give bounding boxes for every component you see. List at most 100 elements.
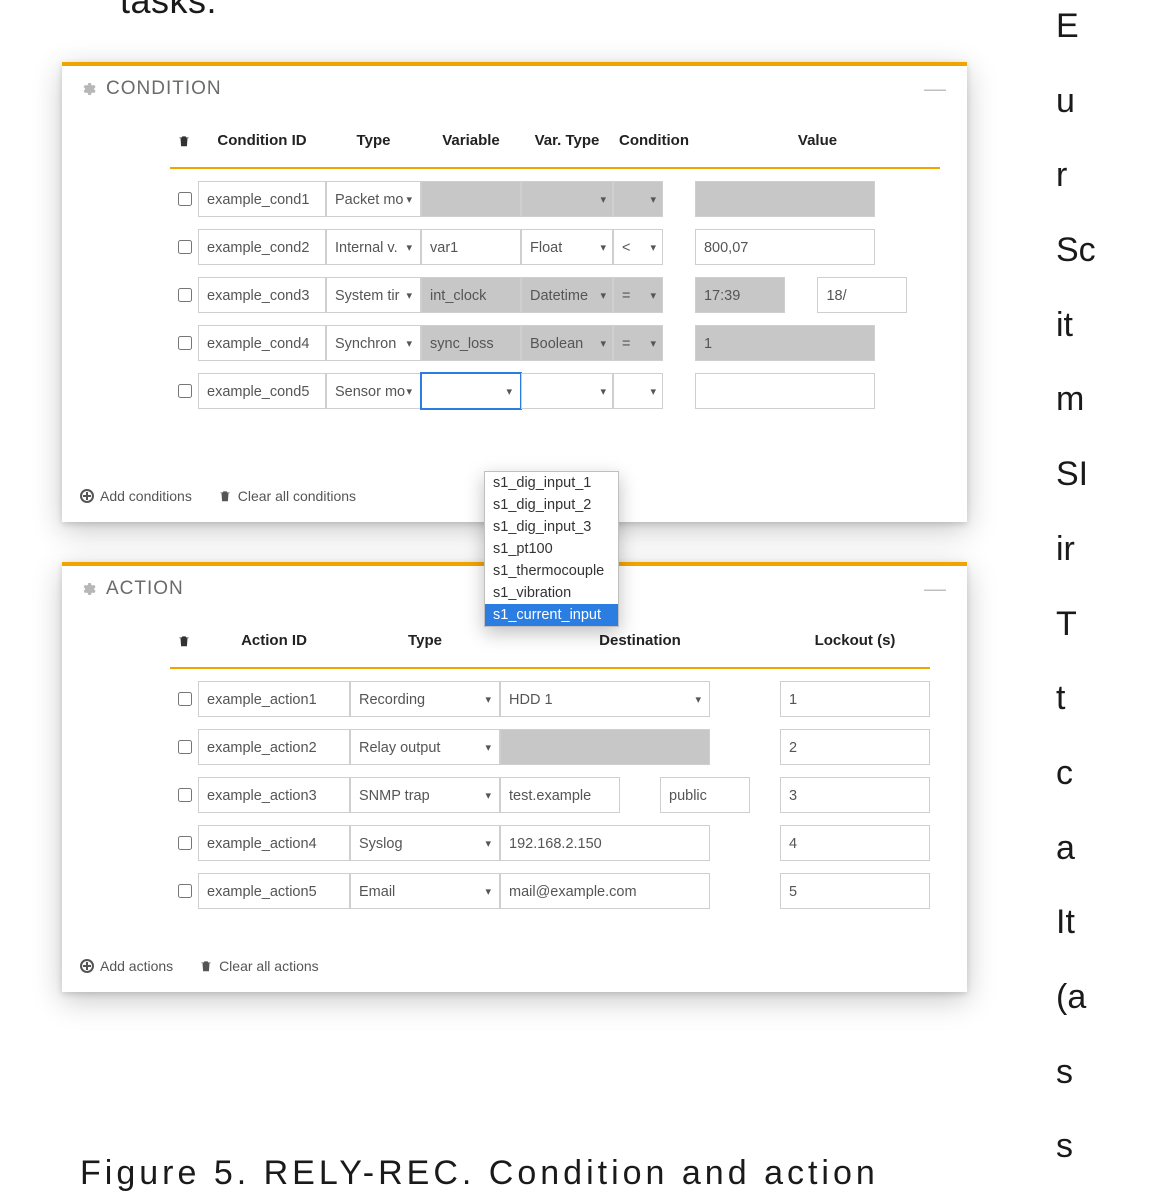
variable-select[interactable] — [421, 373, 521, 409]
clear-conditions-button[interactable]: Clear all conditions — [218, 488, 356, 504]
value-input[interactable] — [695, 181, 875, 217]
dropdown-option[interactable]: s1_dig_input_1 — [485, 472, 618, 494]
col-value: Value — [695, 128, 940, 155]
lockout-input[interactable]: 1 — [780, 681, 930, 717]
add-actions-button[interactable]: Add actions — [80, 958, 173, 974]
condition-row: example_cond3System tirint_clockDatetime… — [170, 277, 940, 313]
dropdown-option[interactable]: s1_current_input — [485, 604, 618, 626]
action-row: example_action4Syslog192.168.2.150 4 — [170, 825, 930, 861]
action-title: ACTION — [106, 578, 184, 600]
row-checkbox[interactable] — [178, 288, 192, 302]
action-id-input[interactable]: example_action4 — [198, 825, 350, 861]
row-checkbox[interactable] — [178, 692, 192, 706]
action-type-select[interactable]: Relay output — [350, 729, 500, 765]
col-lockout: Lockout (s) — [780, 628, 930, 655]
row-checkbox[interactable] — [178, 788, 192, 802]
type-select[interactable]: Synchron — [326, 325, 421, 361]
action-footer: Add actions Clear all actions — [80, 958, 341, 976]
row-checkbox[interactable] — [178, 240, 192, 254]
action-id-input[interactable]: example_action1 — [198, 681, 350, 717]
type-select[interactable]: System tir — [326, 277, 421, 313]
value-input-1[interactable]: 17:39 — [695, 277, 785, 313]
add-conditions-button[interactable]: Add conditions — [80, 488, 192, 504]
destination-input-1[interactable]: test.example — [500, 777, 620, 813]
row-checkbox[interactable] — [178, 740, 192, 754]
variable-select[interactable]: var1 — [421, 229, 521, 265]
destination-select[interactable]: HDD 1 — [500, 681, 710, 717]
type-select[interactable]: Packet mo — [326, 181, 421, 217]
condition-id-input[interactable]: example_cond4 — [198, 325, 326, 361]
condition-op-select[interactable]: = — [613, 277, 663, 313]
page-heading-fragment: tasks. — [120, 0, 217, 22]
gear-icon — [80, 81, 96, 97]
var-type-select[interactable]: Datetime — [521, 277, 613, 313]
value-input[interactable]: 800,07 — [695, 229, 875, 265]
condition-id-input[interactable]: example_cond2 — [198, 229, 326, 265]
variable-field[interactable] — [421, 181, 521, 217]
dropdown-option[interactable]: s1_vibration — [485, 582, 618, 604]
collapse-button[interactable]: — — [922, 80, 949, 98]
delete-column-header — [170, 628, 198, 655]
col-action-id: Action ID — [198, 628, 350, 655]
variable-field[interactable]: sync_loss — [421, 325, 521, 361]
condition-id-input[interactable]: example_cond5 — [198, 373, 326, 409]
row-checkbox[interactable] — [178, 836, 192, 850]
col-destination: Destination — [500, 628, 780, 655]
condition-row: example_cond2Internal v.var1Float<800,07 — [170, 229, 940, 265]
clear-actions-button[interactable]: Clear all actions — [199, 958, 319, 974]
lockout-input[interactable]: 3 — [780, 777, 930, 813]
action-id-input[interactable]: example_action5 — [198, 873, 350, 909]
action-type-select[interactable]: Syslog — [350, 825, 500, 861]
action-type-select[interactable]: Recording — [350, 681, 500, 717]
value-input[interactable] — [695, 373, 875, 409]
condition-op-select[interactable] — [613, 181, 663, 217]
gear-icon — [80, 581, 96, 597]
variable-field[interactable]: int_clock — [421, 277, 521, 313]
action-type-select[interactable]: SNMP trap — [350, 777, 500, 813]
condition-footer: Add conditions Clear all conditions — [80, 488, 378, 506]
lockout-input[interactable]: 2 — [780, 729, 930, 765]
destination-input[interactable]: 192.168.2.150 — [500, 825, 710, 861]
trash-icon — [199, 959, 213, 973]
condition-op-select[interactable] — [613, 373, 663, 409]
condition-row: example_cond5Sensor mo — [170, 373, 940, 409]
condition-op-select[interactable]: = — [613, 325, 663, 361]
row-checkbox[interactable] — [178, 192, 192, 206]
lockout-input[interactable]: 4 — [780, 825, 930, 861]
action-id-input[interactable]: example_action2 — [198, 729, 350, 765]
lockout-input[interactable]: 5 — [780, 873, 930, 909]
condition-id-input[interactable]: example_cond1 — [198, 181, 326, 217]
row-checkbox[interactable] — [178, 336, 192, 350]
value-input[interactable]: 1 — [695, 325, 875, 361]
condition-row: example_cond4Synchronsync_lossBoolean= 1 — [170, 325, 940, 361]
dropdown-option[interactable]: s1_thermocouple — [485, 560, 618, 582]
condition-op-select[interactable]: < — [613, 229, 663, 265]
col-variable: Variable — [421, 128, 521, 155]
action-id-input[interactable]: example_action3 — [198, 777, 350, 813]
row-checkbox[interactable] — [178, 384, 192, 398]
variable-dropdown[interactable]: s1_dig_input_1s1_dig_input_2s1_dig_input… — [484, 471, 619, 627]
var-type-select[interactable]: Float — [521, 229, 613, 265]
action-type-select[interactable]: Email — [350, 873, 500, 909]
value-input-2[interactable]: 18/ — [817, 277, 907, 313]
dropdown-option[interactable]: s1_dig_input_3 — [485, 516, 618, 538]
col-action-type: Type — [350, 628, 500, 655]
condition-id-input[interactable]: example_cond3 — [198, 277, 326, 313]
var-type-select[interactable] — [521, 373, 613, 409]
type-select[interactable]: Internal v. — [326, 229, 421, 265]
destination-input[interactable] — [500, 729, 710, 765]
condition-row: example_cond1Packet mo — [170, 181, 940, 217]
dropdown-option[interactable]: s1_pt100 — [485, 538, 618, 560]
condition-panel-header: CONDITION — — [62, 66, 967, 108]
row-checkbox[interactable] — [178, 884, 192, 898]
var-type-select[interactable] — [521, 181, 613, 217]
destination-input-2[interactable]: public — [660, 777, 750, 813]
type-select[interactable]: Sensor mo — [326, 373, 421, 409]
dropdown-option[interactable]: s1_dig_input_2 — [485, 494, 618, 516]
col-condition: Condition — [613, 128, 695, 155]
collapse-button[interactable]: — — [922, 580, 949, 598]
destination-input[interactable]: mail@example.com — [500, 873, 710, 909]
var-type-select[interactable]: Boolean — [521, 325, 613, 361]
col-var-type: Var. Type — [521, 128, 613, 155]
side-text-fragment: EurScitmSIirTtcaIt(assceaFRcf — [1056, 0, 1176, 1199]
